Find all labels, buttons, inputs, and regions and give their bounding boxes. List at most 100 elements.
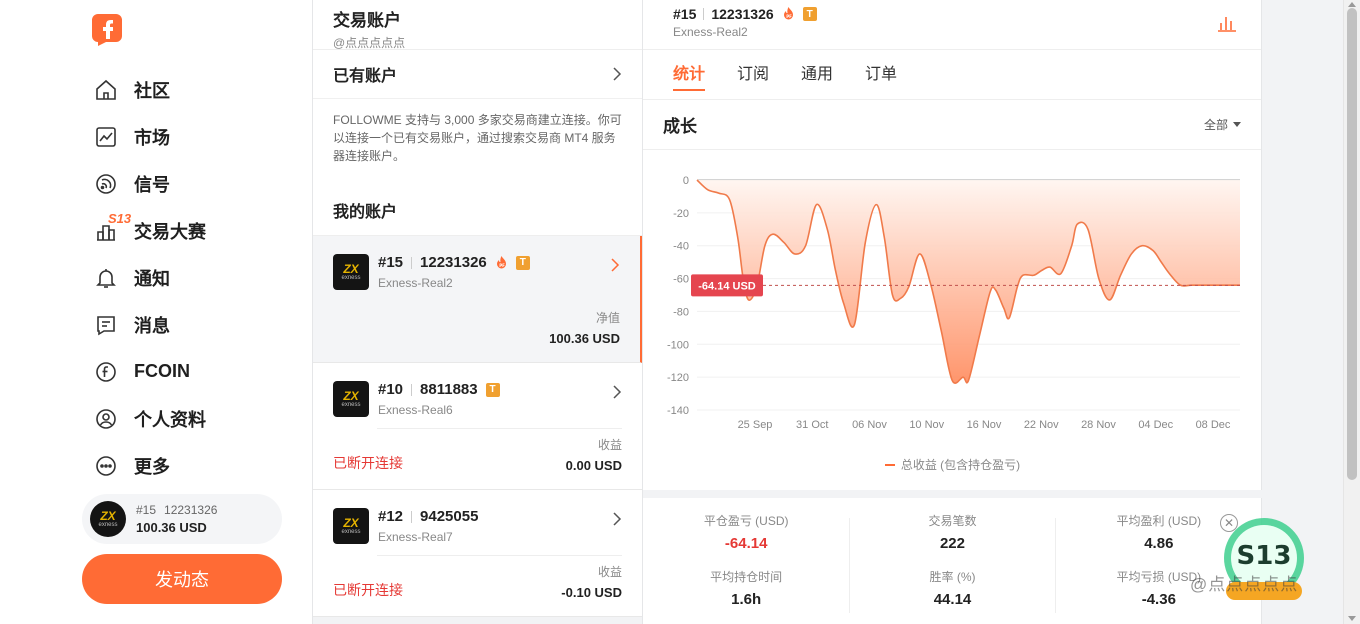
account-server: Exness-Real2 (378, 276, 453, 290)
range-label: 全部 (1203, 118, 1228, 132)
account-number: 12231326 (164, 503, 218, 517)
reference-label: -64.14 USD (698, 280, 756, 292)
nav-label: 通知 (134, 268, 170, 289)
account-item[interactable]: ZX exness #12 9425055 Exness-Real7 已断开连接 … (313, 490, 642, 617)
account-number: 9425055 (420, 508, 479, 525)
connection-status: 已断开连接 (333, 582, 403, 598)
account-balance: 100.36 USD (136, 520, 207, 535)
nav-label: 消息 (134, 315, 170, 336)
exness-logo-icon: ZX exness (333, 381, 369, 417)
fcoin-icon (92, 358, 120, 386)
account-item[interactable]: ZX exness #15 12231326 PF T Exness-Real2 … (313, 236, 642, 363)
nav-item-profile[interactable]: 个人资料 (92, 395, 292, 442)
svg-text:PF: PF (499, 263, 505, 268)
nav-item-community[interactable]: 社区 (92, 66, 292, 113)
nav-item-contest[interactable]: S13 交易大赛 (92, 207, 292, 254)
existing-account-link[interactable]: 已有账户 (313, 50, 642, 98)
growth-title: 成长 (663, 117, 697, 136)
stat-closed-pnl: 平仓盈亏 (USD) -64.14 (643, 512, 849, 564)
page-scrollbar[interactable] (1343, 0, 1360, 624)
tab-orders[interactable]: 订单 (849, 50, 913, 99)
scroll-down-arrow-icon[interactable] (1348, 616, 1356, 621)
tab-general[interactable]: 通用 (785, 50, 849, 99)
stat-trade-count: 交易笔数 222 (849, 512, 1055, 564)
scroll-up-arrow-icon[interactable] (1348, 2, 1356, 7)
stat-divider (849, 518, 850, 613)
post-status-button[interactable]: 发动态 (82, 554, 282, 604)
account-number: 8811883 (420, 381, 478, 398)
existing-account-label: 已有账户 (333, 68, 398, 85)
accounts-header: 交易账户 @点点点点点 (313, 0, 642, 50)
nav-item-fcoin[interactable]: FCOIN (92, 348, 292, 395)
x-tick-label: 16 Nov (967, 419, 1002, 431)
tab-statistics[interactable]: 统计 (657, 50, 721, 99)
account-id: #15 (673, 6, 697, 22)
account-value: 100.36 USD (549, 331, 620, 346)
current-account-card[interactable]: ZX exness #15 12231326 100.36 USD (82, 494, 282, 544)
stat-value: 1.6h (731, 591, 762, 608)
x-tick-label: 08 Dec (1196, 419, 1231, 431)
growth-chart-svg: 0 -20 -40 -60 -80 -100 -120 -140 25 Sep 31 Oct 06 … (667, 175, 1240, 431)
left-sidebar: 社区 市场 信号 S13 交易大赛 通知 消息 FCOIN 个人资料 更多 ZX… (0, 0, 312, 624)
trader-badge: T (485, 382, 500, 397)
stat-label: 胜率 (%) (929, 570, 976, 584)
stat-label: 平仓盈亏 (USD) (703, 514, 789, 528)
exness-logo-icon: ZX exness (90, 501, 126, 537)
account-server: Exness-Real2 (673, 25, 748, 39)
signal-icon (92, 170, 120, 198)
exness-logo-icon: ZX exness (333, 508, 369, 544)
x-tick-label: 25 Sep (738, 419, 773, 431)
svg-text:PF: PF (786, 14, 792, 19)
chevron-right-icon (613, 385, 622, 399)
chart-legend[interactable]: 总收益 (包含持仓盈亏) (643, 456, 1262, 473)
main-nav: 社区 市场 信号 S13 交易大赛 通知 消息 FCOIN 个人资料 更多 (92, 66, 292, 489)
bar-chart-icon[interactable] (1217, 14, 1237, 32)
detail-tabs: 统计 订阅 通用 订单 (643, 50, 1261, 100)
caret-down-icon (1233, 122, 1241, 127)
my-accounts-heading: 我的账户 (313, 184, 642, 236)
stat-value: 44.14 (933, 591, 972, 608)
followme-logo-icon[interactable] (92, 12, 122, 46)
account-item[interactable]: ZX exness #10 8811883 T Exness-Real6 已断开连… (313, 363, 642, 490)
nav-item-notifications[interactable]: 通知 (92, 254, 292, 301)
exness-logo-icon: ZX exness (333, 254, 369, 290)
watermark: @点点点点点 (1190, 575, 1299, 594)
range-selector[interactable]: 全部 (1204, 116, 1241, 133)
account-number: 12231326 (420, 254, 487, 271)
x-tick-label: 04 Dec (1138, 419, 1173, 431)
nav-item-signal[interactable]: 信号 (92, 160, 292, 207)
value-label: 收益 (597, 438, 622, 452)
account-detail-panel: #15 12231326 PF T Exness-Real2 统计 订阅 通用 … (643, 0, 1262, 624)
stat-label: 平均持仓时间 (710, 570, 783, 584)
nav-item-messages[interactable]: 消息 (92, 301, 292, 348)
account-value: -0.10 USD (561, 585, 622, 600)
x-tick-label: 06 Nov (852, 419, 887, 431)
nav-label: 交易大赛 (134, 221, 206, 242)
scrollbar-thumb[interactable] (1347, 8, 1357, 480)
y-tick-label: -140 (667, 405, 689, 417)
stat-label: 交易笔数 (928, 514, 977, 528)
stat-value: -64.14 (724, 535, 768, 552)
y-tick-label: -100 (667, 339, 689, 351)
accounts-column: 交易账户 @点点点点点 已有账户 FOLLOWME 支持与 3,000 多家交易… (312, 0, 643, 624)
stats-grid: 平仓盈亏 (USD) -64.14 交易笔数 222 平均盈利 (USD) 4.… (643, 490, 1262, 624)
nav-item-market[interactable]: 市场 (92, 113, 292, 160)
x-tick-label: 22 Nov (1024, 419, 1059, 431)
stat-value: 222 (939, 535, 965, 552)
trader-badge: T (802, 7, 817, 21)
fire-icon: PF (495, 255, 508, 270)
fire-icon: PF (782, 7, 795, 21)
legend-swatch (884, 463, 895, 466)
nav-item-more[interactable]: 更多 (92, 442, 292, 489)
account-id: #15 (136, 503, 157, 517)
nav-label: 信号 (134, 174, 170, 195)
nav-label: 社区 (134, 80, 170, 101)
tab-subscription[interactable]: 订阅 (721, 50, 785, 99)
account-server: Exness-Real6 (378, 403, 453, 417)
nav-label: 更多 (134, 456, 170, 477)
bell-icon (92, 264, 120, 292)
promo-close-icon[interactable]: ✕ (1220, 514, 1238, 532)
home-icon (92, 76, 120, 104)
nav-label: FCOIN (134, 361, 190, 381)
profile-icon (92, 405, 120, 433)
